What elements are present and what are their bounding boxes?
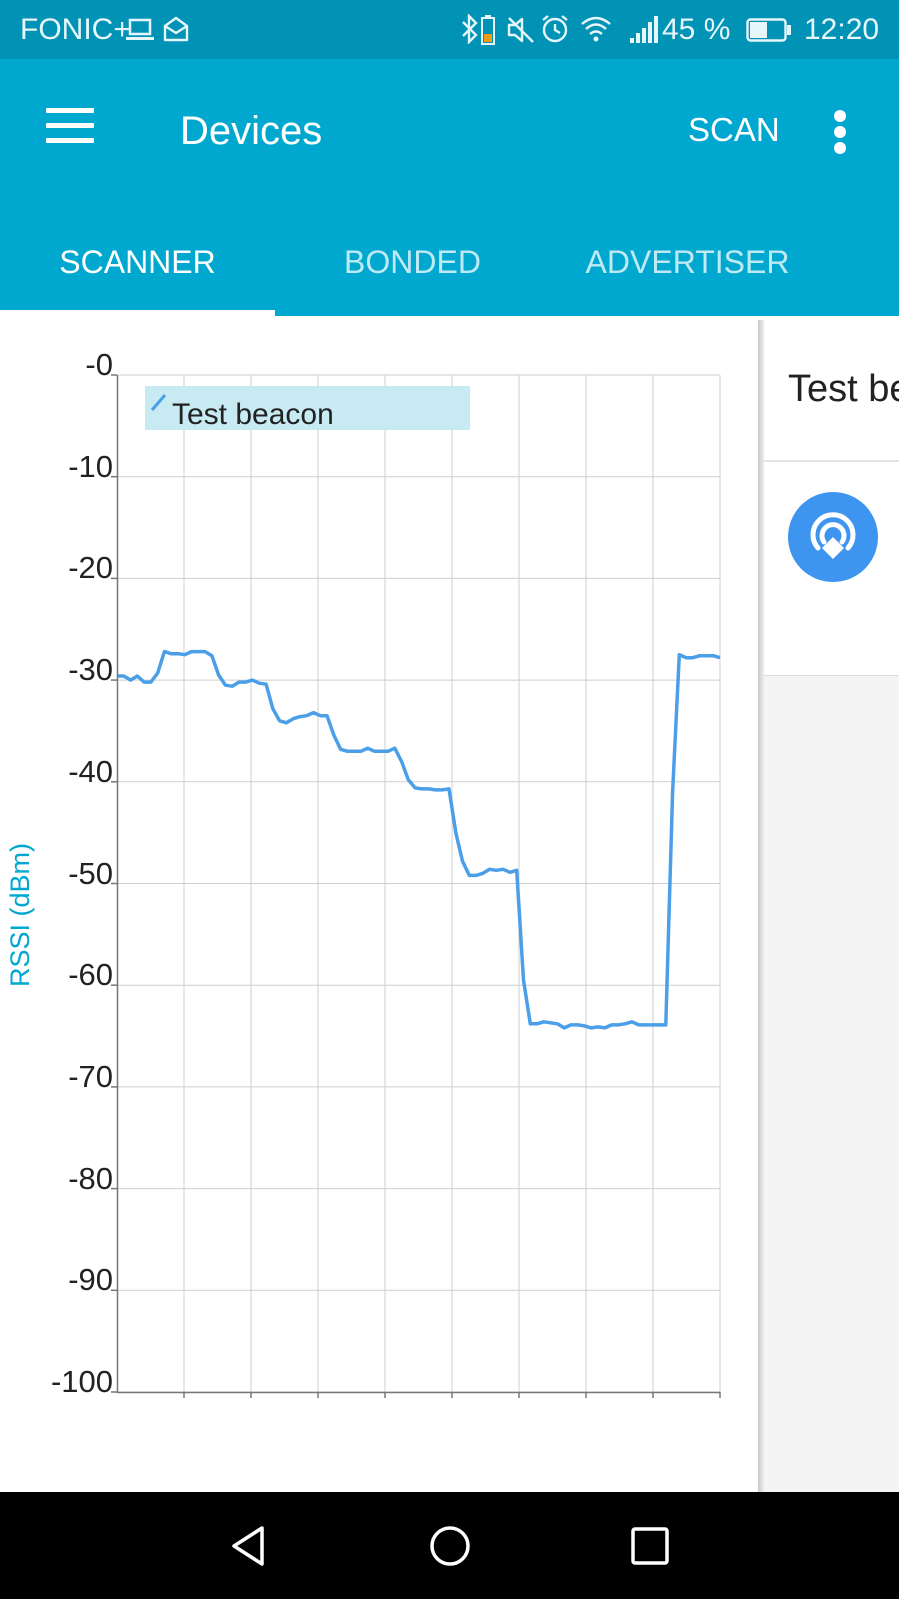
device-name: Test be xyxy=(788,368,899,410)
card-bottom-border xyxy=(764,675,899,676)
device-list-panel: Test be xyxy=(764,320,899,1492)
clock: 12:20 xyxy=(804,13,880,46)
card-divider xyxy=(764,460,899,462)
home-circle-icon[interactable] xyxy=(422,1518,478,1574)
recents-square-icon[interactable] xyxy=(622,1518,678,1574)
rssi-chart: Test beacon xyxy=(111,374,721,1398)
series-line-test-beacon xyxy=(117,649,721,1030)
device-card[interactable]: Test be xyxy=(764,320,899,676)
beacon-icon xyxy=(788,492,878,582)
more-vert-icon[interactable] xyxy=(830,110,850,154)
back-triangle-icon[interactable] xyxy=(222,1518,278,1574)
legend-label: Test beacon xyxy=(172,398,334,431)
chart-grid xyxy=(111,374,721,1398)
